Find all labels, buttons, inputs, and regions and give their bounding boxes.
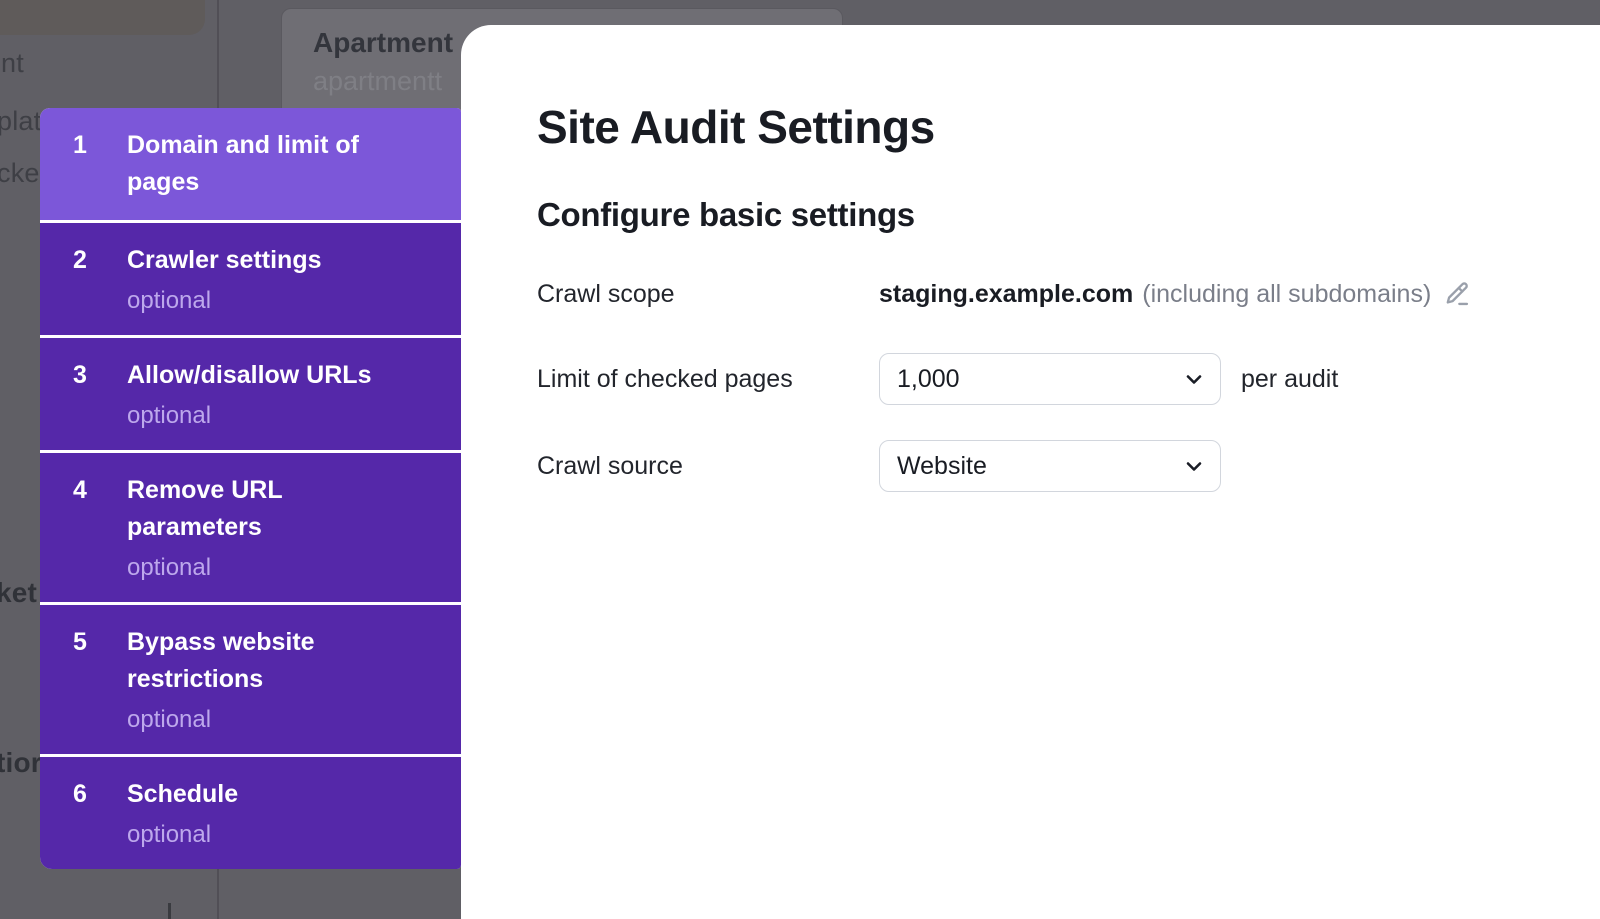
stepper-step-2[interactable]: 2 Crawler settings optional [40,223,461,335]
step-title: Domain and limit ofpages [127,127,359,201]
step-number: 2 [73,242,94,279]
limit-of-pages-selected-value: 1,000 [897,365,1182,394]
background-corner-box [0,0,205,35]
background-card-title: Apartment [313,27,453,59]
per-audit-suffix: per audit [1241,365,1338,394]
step-optional-label: optional [127,552,283,583]
crawl-source-select[interactable]: Website [879,440,1221,492]
step-title: Allow/disallow URLs [127,357,371,394]
step-text: Schedule optional [127,776,238,850]
step-title: Crawler settings [127,242,322,279]
step-title: Remove URLparameters [127,472,283,546]
step-number: 5 [73,624,94,661]
step-number: 3 [73,357,94,394]
pencil-line-icon[interactable] [1443,280,1471,308]
background-text-fragment: plat [0,106,41,137]
page-title: Site Audit Settings [537,103,1540,151]
background-tick [168,903,171,919]
chevron-down-icon [1182,454,1206,478]
step-number: 1 [73,127,94,164]
step-title: Bypass websiterestrictions [127,624,315,698]
limit-of-pages-label: Limit of checked pages [537,365,879,394]
step-number: 4 [73,472,94,509]
step-text: Remove URLparameters optional [127,472,283,583]
stepper-step-4[interactable]: 4 Remove URLparameters optional [40,453,461,602]
step-number: 6 [73,776,94,813]
crawl-source-selected-value: Website [897,452,1182,481]
step-optional-label: optional [127,400,371,431]
step-text: Allow/disallow URLs optional [127,357,371,431]
background-card-subtitle: apartmentt [313,66,442,97]
background-text-fragment: tior [0,747,42,779]
step-text: Crawler settings optional [127,242,322,316]
stepper-step-6[interactable]: 6 Schedule optional [40,757,461,869]
crawl-scope-row: Crawl scope staging.example.com (includi… [537,271,1540,317]
background-text-fragment: cke [0,158,40,189]
crawl-scope-note: (including all subdomains) [1142,280,1431,309]
section-title: Configure basic settings [537,195,1540,235]
crawl-source-row: Crawl source Website [537,440,1540,492]
background-text-fragment: nt [1,48,24,79]
stepper-step-3[interactable]: 3 Allow/disallow URLs optional [40,338,461,450]
step-optional-label: optional [127,285,322,316]
chevron-down-icon [1182,367,1206,391]
site-audit-settings-modal: Site Audit Settings Configure basic sett… [461,25,1600,919]
crawl-source-label: Crawl source [537,452,879,481]
stepper-step-5[interactable]: 5 Bypass websiterestrictions optional [40,605,461,754]
step-text: Bypass websiterestrictions optional [127,624,315,735]
step-optional-label: optional [127,819,238,850]
settings-form: Crawl scope staging.example.com (includi… [537,271,1540,492]
crawl-scope-label: Crawl scope [537,280,879,309]
crawl-scope-domain: staging.example.com [879,280,1133,309]
stepper-step-1[interactable]: 1 Domain and limit ofpages [40,108,461,220]
limit-of-pages-select[interactable]: 1,000 [879,353,1221,405]
step-title: Schedule [127,776,238,813]
settings-stepper: 1 Domain and limit ofpages 2 Crawler set… [40,108,461,869]
crawl-scope-value: staging.example.com (including all subdo… [879,280,1471,309]
step-text: Domain and limit ofpages [127,127,359,201]
limit-of-pages-row: Limit of checked pages 1,000 per audit [537,353,1540,405]
background-text-fragment: ket [0,577,37,609]
step-optional-label: optional [127,704,315,735]
